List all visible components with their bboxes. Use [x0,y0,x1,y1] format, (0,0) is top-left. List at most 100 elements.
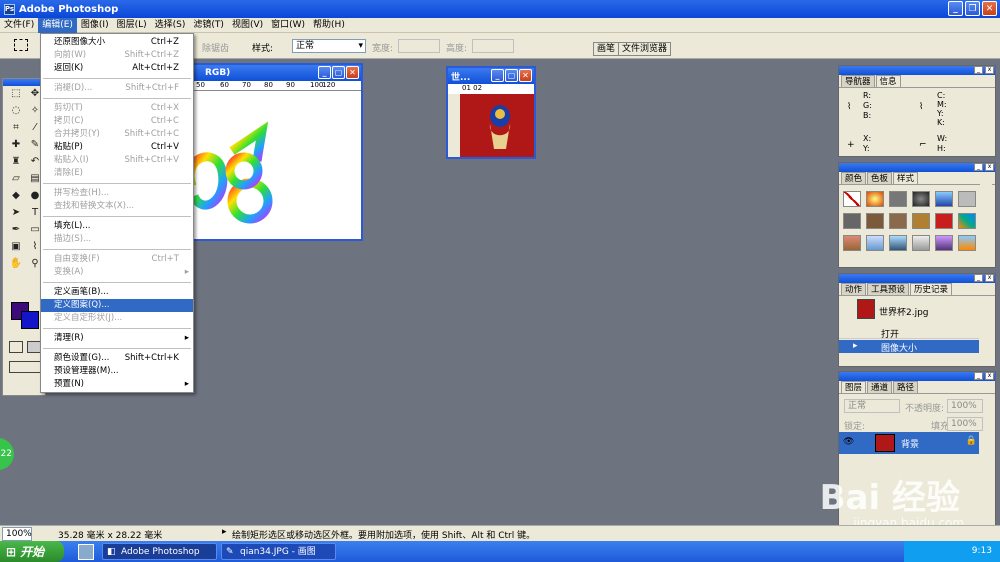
task-photoshop[interactable]: ◧ Adobe Photoshop [102,543,217,560]
menu-image[interactable]: 图像(I) [77,18,113,33]
menu-item-define-pattern[interactable]: 定义图案(Q)... [41,299,193,312]
path-select-icon[interactable]: ➤ [7,204,25,220]
opacity-field[interactable]: 100% [947,399,983,413]
snapshot-thumbnail[interactable] [857,299,875,319]
menu-filter[interactable]: 滤镜(T) [189,18,228,33]
clock[interactable]: 9:13 [972,546,992,556]
menu-help[interactable]: 帮助(H) [309,18,349,33]
style-swatch[interactable] [935,235,953,251]
style-swatch[interactable] [866,235,884,251]
menu-item-stroke[interactable]: 描边(S)... [41,233,193,246]
floating-badge[interactable]: 22 [0,438,14,470]
menu-item-spell-check[interactable]: 拼写检查(H)... [41,187,193,200]
style-swatch[interactable] [912,191,930,207]
menu-file[interactable]: 文件(F) [0,18,38,33]
style-swatch[interactable] [912,235,930,251]
panel-close-button[interactable]: x [985,274,994,282]
blend-mode-select[interactable]: 正常 [844,399,900,413]
panel-minimize-button[interactable]: _ [974,274,983,282]
tab-swatches[interactable]: 色板 [867,172,893,184]
menu-item-clear[interactable]: 清除(E) [41,167,193,180]
standard-mode-icon[interactable] [9,341,23,353]
menu-item-step-backward[interactable]: 返回(K) Alt+Ctrl+Z [41,62,193,75]
height-field[interactable] [472,39,514,53]
snapshot-name[interactable]: 世界杯2.jpg [879,305,929,318]
panel-close-button[interactable]: x [985,372,994,380]
tab-tool-presets[interactable]: 工具预设 [867,283,910,295]
panel-minimize-button[interactable]: _ [974,66,983,74]
style-swatch[interactable] [958,191,976,207]
width-field[interactable] [398,39,440,53]
style-swatch[interactable] [866,191,884,207]
eye-icon[interactable]: 👁 [843,437,854,447]
menu-item-define-brush[interactable]: 定义画笔(B)... [41,286,193,299]
tab-brushes[interactable]: 画笔 [593,42,620,56]
style-swatch[interactable] [843,191,861,207]
history-state-open[interactable]: 打开 [839,326,979,340]
menu-select[interactable]: 选择(S) [151,18,190,33]
menu-item-transform[interactable]: 变换(A) ▸ [41,266,193,279]
panel-minimize-button[interactable]: _ [974,372,983,380]
doc2-maximize-button[interactable]: ▢ [505,69,518,82]
style-swatch[interactable] [935,191,953,207]
menu-item-step-forward[interactable]: 向前(W) Shift+Ctrl+Z [41,49,193,62]
background-color-swatch[interactable] [21,311,39,329]
history-state-image-size[interactable]: ▸ 图像大小 [839,340,979,354]
menu-item-define-custom-shape[interactable]: 定义自定形状(J)... [41,312,193,325]
menu-layer[interactable]: 图层(L) [113,18,151,33]
doc2-close-button[interactable]: ✕ [519,69,532,82]
stamp-icon[interactable]: ♜ [7,153,25,169]
style-swatch[interactable] [958,213,976,229]
lasso-icon[interactable]: ◌ [7,102,25,118]
menu-item-paste-into[interactable]: 粘贴入(I) Shift+Ctrl+V [41,154,193,167]
tab-layers[interactable]: 图层 [841,381,867,393]
style-swatch[interactable] [889,235,907,251]
doc1-minimize-button[interactable]: _ [318,66,331,79]
crop-icon[interactable]: ⌗ [7,119,25,135]
menu-item-preferences[interactable]: 预置(N) ▸ [41,378,193,391]
style-swatch[interactable] [958,235,976,251]
menu-item-preset-manager[interactable]: 预设管理器(M)... [41,365,193,378]
screen-mode-icon[interactable] [9,361,41,373]
menu-window[interactable]: 窗口(W) [267,18,309,33]
style-swatch[interactable] [889,191,907,207]
worldcup-image[interactable] [460,94,534,157]
notes-icon[interactable]: ▣ [7,238,25,254]
marquee-tool-icon[interactable] [14,39,28,51]
doc1-close-button[interactable]: ✕ [346,66,359,79]
tab-paths[interactable]: 路径 [893,381,919,393]
menu-edit[interactable]: 编辑(E) [38,17,77,33]
tab-channels[interactable]: 通道 [867,381,893,393]
style-swatch[interactable] [889,213,907,229]
blur-icon[interactable]: ◆ [7,187,25,203]
menu-item-free-transform[interactable]: 自由变换(F) Ctrl+T [41,253,193,266]
style-select[interactable]: 正常 ▾ [292,39,366,53]
layer-row-background[interactable]: 👁 背景 🔒 [839,432,979,454]
hand-icon[interactable]: ✋ [7,255,25,271]
tab-file-browser[interactable]: 文件浏览器 [618,42,672,56]
restore-button[interactable]: ❐ [965,1,980,16]
panel-close-button[interactable]: x [985,163,994,171]
menu-item-purge[interactable]: 清理(R) ▸ [41,332,193,345]
menu-item-fill[interactable]: 填充(L)... [41,220,193,233]
menu-item-color-settings[interactable]: 颜色设置(G)... Shift+Ctrl+K [41,352,193,365]
styles-scrollbar[interactable] [980,180,992,260]
pen-icon[interactable]: ✒ [7,221,25,237]
marquee-icon[interactable]: ⬚ [7,85,25,101]
menu-item-fade[interactable]: 消褪(D)... Shift+Ctrl+F [41,82,193,95]
tab-info[interactable]: 信息 [875,75,901,87]
menu-item-find-replace[interactable]: 查找和替换文本(X)... [41,200,193,213]
panel-close-button[interactable]: x [985,66,994,74]
style-swatch[interactable] [935,213,953,229]
zoom-field[interactable]: 100% [2,527,32,541]
status-arrow-icon[interactable]: ▸ [222,527,227,537]
doc2-minimize-button[interactable]: _ [491,69,504,82]
healing-icon[interactable]: ✚ [7,136,25,152]
menu-item-copy[interactable]: 拷贝(C) Ctrl+C [41,115,193,128]
menu-item-paste[interactable]: 粘贴(P) Ctrl+V [41,141,193,154]
menu-item-undo[interactable]: 还原图像大小 Ctrl+Z [41,36,193,49]
tab-history[interactable]: 历史记录 [910,283,953,295]
style-swatch[interactable] [866,213,884,229]
task-paint[interactable]: ✎ qian34.JPG - 画图 [221,543,336,560]
tab-actions[interactable]: 动作 [841,283,867,295]
